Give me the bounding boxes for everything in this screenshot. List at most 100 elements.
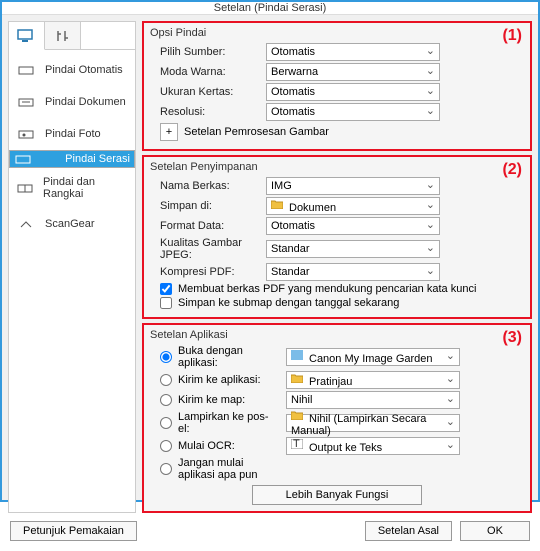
select-source[interactable]: Otomatis [266,43,440,61]
label-format: Format Data: [150,220,260,232]
select-value: Standar [271,266,310,278]
input-filename[interactable]: IMG [266,177,440,195]
select-start-ocr[interactable]: TOutput ke Teks [286,437,460,455]
radio-send-folder[interactable]: Kirim ke map: [160,394,280,406]
sidebar-item-label: Pindai Otomatis [45,64,123,76]
label-pdf: Kompresi PDF: [150,266,260,278]
select-value: Standar [271,243,310,255]
tools-icon [55,29,71,43]
radio-send-app[interactable]: Kirim ke aplikasi: [160,374,280,386]
select-format[interactable]: Otomatis [266,217,440,235]
group-app-settings: (3) Setelan Aplikasi Buka dengan aplikas… [142,323,532,513]
label-savein: Simpan di: [150,200,260,212]
select-value: Pratinjau [291,373,352,388]
scan-icon [17,62,37,78]
scangear-icon [17,216,37,232]
group-title: Opsi Pindai [150,27,524,39]
sidebar-item-auto[interactable]: Pindai Otomatis [9,54,135,86]
tab-tools[interactable] [45,22,81,49]
radio-label: Kirim ke map: [178,394,245,406]
select-send-app[interactable]: Pratinjau [286,371,460,389]
sidebar-item-stitch[interactable]: Pindai dan Rangkai [9,168,135,208]
folder-icon [291,373,305,385]
plus-icon: + [166,126,172,138]
select-value: Dokumen [271,199,336,214]
select-attach-email[interactable]: Nihil (Lampirkan Secara Manual) [286,414,460,432]
label-filename: Nama Berkas: [150,180,260,192]
svg-text:T: T [293,439,300,449]
sidebar-item-document[interactable]: Pindai Dokumen [9,86,135,118]
document-icon [17,94,37,110]
radio-label: Buka dengan aplikasi: [178,345,280,369]
select-value: Otomatis [271,220,315,232]
footer: Petunjuk Pemakaian Setelan Asal OK [8,517,532,545]
select-value: Canon My Image Garden [291,350,433,365]
group-scan-options: (1) Opsi Pindai Pilih Sumber: Otomatis Mo… [142,21,532,151]
label-paper: Ukuran Kertas: [150,86,260,98]
label-resolution: Resolusi: [150,106,260,118]
select-color[interactable]: Berwarna [266,63,440,81]
checkbox-subfolder[interactable]: Simpan ke submap dengan tanggal sekarang [160,297,399,309]
custom-icon [14,151,34,167]
checkbox-label: Membuat berkas PDF yang mendukung pencar… [178,283,476,295]
text-icon: T [291,439,305,451]
monitor-icon [17,29,37,43]
sidebar-item-label: Pindai Foto [45,128,101,140]
window-title: Setelan (Pindai Serasi) [2,2,538,15]
select-paper[interactable]: Otomatis [266,83,440,101]
instructions-button[interactable]: Petunjuk Pemakaian [10,521,137,541]
radio-label: Jangan mulai aplikasi apa pun [178,457,280,481]
select-value: Nihil (Lampirkan Secara Manual) [291,410,455,437]
select-value: IMG [271,180,292,192]
group-title: Setelan Penyimpanan [150,161,524,173]
select-resolution[interactable]: Otomatis [266,103,440,121]
sidebar-item-label: Pindai Dokumen [45,96,126,108]
select-value: Nihil [291,394,312,406]
radio-label: Kirim ke aplikasi: [178,374,261,386]
radio-no-app[interactable]: Jangan mulai aplikasi apa pun [160,457,280,481]
select-open-with[interactable]: Canon My Image Garden [286,348,460,366]
select-value: Berwarna [271,66,318,78]
photo-icon [17,126,37,142]
label-source: Pilih Sumber: [150,46,260,58]
sidebar-item-custom[interactable]: Pindai Serasi [9,150,135,168]
sidebar-tabbar [9,22,135,50]
sidebar: Pindai Otomatis Pindai Dokumen Pindai Fo… [8,21,136,513]
folder-icon [271,199,285,211]
select-value: TOutput ke Teks [291,439,382,454]
radio-open-with[interactable]: Buka dengan aplikasi: [160,345,280,369]
radio-attach-email[interactable]: Lampirkan ke pos-el: [160,411,280,435]
radio-label: Mulai OCR: [178,440,235,452]
select-value: Otomatis [271,86,315,98]
annotation-2: (2) [502,161,522,179]
select-send-folder[interactable]: Nihil [286,391,460,409]
more-functions-button[interactable]: Lebih Banyak Fungsi [252,485,422,505]
app-icon [291,350,305,362]
select-jpeg[interactable]: Standar [266,240,440,258]
sidebar-item-label: ScanGear [45,218,95,230]
sidebar-item-label: Pindai Serasi [65,153,130,165]
main-panel: (1) Opsi Pindai Pilih Sumber: Otomatis Mo… [142,21,532,513]
checkbox-label: Simpan ke submap dengan tanggal sekarang [178,297,399,309]
annotation-3: (3) [502,329,522,347]
radio-start-ocr[interactable]: Mulai OCR: [160,440,280,452]
defaults-button[interactable]: Setelan Asal [365,521,452,541]
sidebar-item-scangear[interactable]: ScanGear [9,208,135,240]
select-value: Otomatis [271,46,315,58]
label-jpeg: Kualitas Gambar JPEG: [150,237,260,261]
select-pdf[interactable]: Standar [266,263,440,281]
annotation-1: (1) [502,27,522,45]
stitch-icon [17,180,35,196]
select-savein[interactable]: Dokumen [266,197,440,215]
folder-icon [291,410,305,422]
sidebar-item-label: Pindai dan Rangkai [43,176,127,200]
tab-scan-from-computer[interactable] [9,22,45,50]
expand-processing-button[interactable]: + [160,123,178,141]
nav-list: Pindai Otomatis Pindai Dokumen Pindai Fo… [9,50,135,512]
checkbox-pdf-search[interactable]: Membuat berkas PDF yang mendukung pencar… [160,283,476,295]
label-color: Moda Warna: [150,66,260,78]
ok-button[interactable]: OK [460,521,530,541]
select-value: Otomatis [271,106,315,118]
label-processing: Setelan Pemrosesan Gambar [184,126,329,138]
sidebar-item-photo[interactable]: Pindai Foto [9,118,135,150]
